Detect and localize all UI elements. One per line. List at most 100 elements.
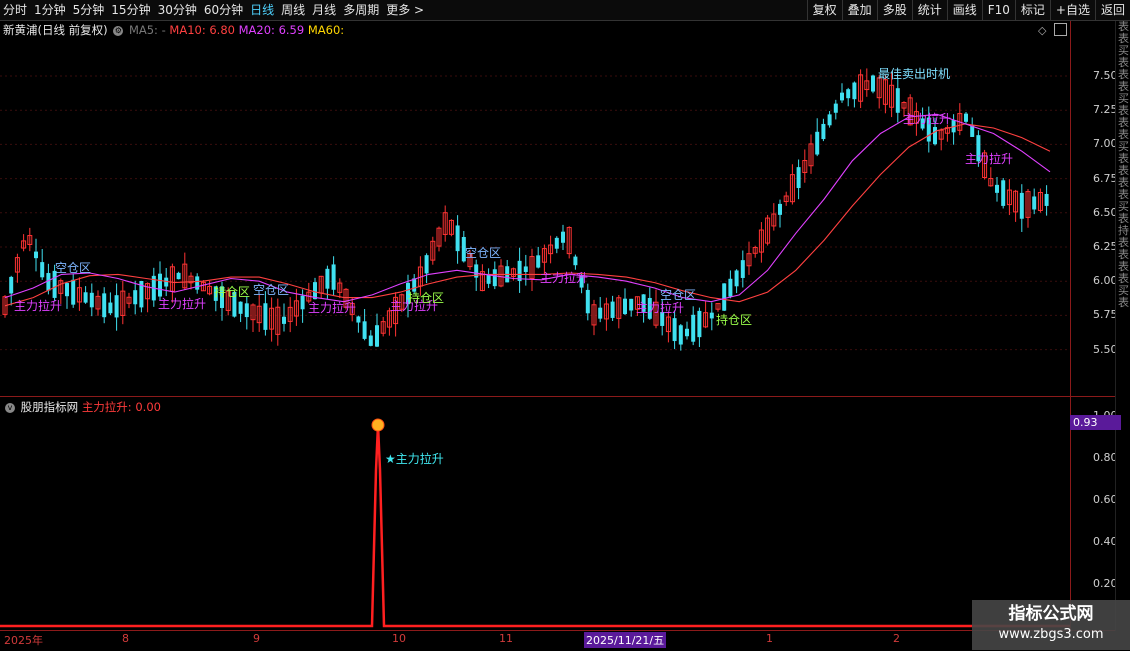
candle-down xyxy=(300,295,305,310)
candle-down xyxy=(133,290,138,305)
indicator-tick: 0.60 xyxy=(1093,493,1118,506)
price-tick: 6.00 xyxy=(1093,274,1118,288)
candle-down xyxy=(368,335,373,346)
price-axis: 7.507.257.006.756.506.256.005.755.501.00… xyxy=(1070,21,1118,631)
candle-down xyxy=(1001,180,1006,206)
candle-down xyxy=(375,325,379,347)
price-tick: 6.75 xyxy=(1093,171,1118,185)
candle-down xyxy=(846,89,851,99)
candle-down xyxy=(356,316,361,323)
candle-down xyxy=(523,266,528,272)
candle-down xyxy=(623,298,627,315)
candle-down xyxy=(598,307,603,319)
candle-down xyxy=(1044,193,1049,206)
date-label: 10 xyxy=(392,632,406,645)
price-tick: 7.25 xyxy=(1093,103,1118,117)
candle-down xyxy=(728,278,733,297)
candle-down xyxy=(325,268,330,289)
candle-down xyxy=(734,270,739,287)
candle-down xyxy=(114,295,119,318)
candle-down xyxy=(964,113,968,122)
candle-down xyxy=(71,279,76,305)
candle-down xyxy=(895,88,900,113)
candle-down xyxy=(821,123,826,140)
signal-annotation: 最佳卖出时机 xyxy=(878,67,950,81)
indicator-tick: 0.80 xyxy=(1093,451,1118,464)
candle-down xyxy=(412,278,417,292)
candle-down xyxy=(362,321,367,339)
candle-down xyxy=(933,127,937,145)
chevron-down-icon[interactable]: v xyxy=(5,402,15,413)
price-tick: 6.25 xyxy=(1093,240,1118,253)
candle-down xyxy=(1032,196,1037,210)
kline-chart[interactable]: 主力拉升 主力拉升 主力拉升 主力拉升主力拉升主力拉升主力拉升主力拉升空仓区空仓区空仓… xyxy=(0,0,1070,630)
candle-down xyxy=(263,303,268,330)
candle-down xyxy=(536,255,541,268)
watermark-url: www.zbgs3.com xyxy=(998,627,1104,642)
indicator-value-box: 0.93 xyxy=(1070,415,1121,430)
signal-label: ★主力拉升 xyxy=(385,451,444,466)
candle-down xyxy=(176,272,181,280)
candle-down xyxy=(629,298,634,311)
ma-magenta-line xyxy=(4,113,1051,303)
candle-down xyxy=(517,260,522,281)
candle-down xyxy=(424,255,429,274)
candle-down xyxy=(561,231,565,243)
candle-down xyxy=(815,131,820,155)
toolbar-button[interactable]: 返回 xyxy=(1094,0,1130,20)
candle-down xyxy=(34,251,38,259)
candle-down xyxy=(740,260,745,278)
candle-down xyxy=(852,82,857,100)
candle-down xyxy=(871,75,875,92)
candle-down xyxy=(678,325,683,345)
date-label: 2 xyxy=(893,632,900,645)
candle-down xyxy=(455,225,460,252)
candle-down xyxy=(778,203,782,215)
watermark: 指标公式网 www.zbgs3.com xyxy=(972,600,1130,650)
signal-annotation: 空仓区 xyxy=(465,246,501,260)
candle-down xyxy=(492,269,497,287)
cursor-date: 2025/11/21/五 xyxy=(584,632,667,648)
signal-annotation: 主力拉升 xyxy=(965,151,1013,166)
pane-divider[interactable] xyxy=(0,396,1115,397)
date-label: 1 xyxy=(766,632,773,645)
candle-down xyxy=(554,237,559,249)
signal-annotation: 持仓区 xyxy=(716,312,752,327)
candle-down xyxy=(1019,192,1024,219)
price-tick: 5.75 xyxy=(1093,308,1118,322)
candle-down xyxy=(685,328,689,337)
price-tick: 6.50 xyxy=(1093,205,1118,219)
candle-down xyxy=(313,282,317,300)
indicator-value-label: 主力拉升: 0.00 xyxy=(81,400,161,414)
signal-annotation: 主力拉升 xyxy=(636,300,684,315)
candle-down xyxy=(89,292,94,308)
date-label: 11 xyxy=(499,632,513,645)
candle-down xyxy=(158,273,162,297)
candle-down xyxy=(672,318,677,342)
candle-down xyxy=(840,92,844,101)
price-tick: 7.50 xyxy=(1093,69,1118,82)
signal-annotation: 持仓区 xyxy=(408,290,444,305)
candle-down xyxy=(244,303,249,318)
signal-annotation: 持仓区 xyxy=(214,284,250,299)
signal-annotation: 主力拉升 xyxy=(903,111,951,126)
candle-down xyxy=(40,262,45,278)
indicator-name[interactable]: 股朋指标网 xyxy=(21,400,79,414)
price-tick: 5.50 xyxy=(1093,342,1118,356)
candle-down xyxy=(195,276,200,290)
signal-annotation: 主力拉升 xyxy=(540,270,588,285)
candle-down xyxy=(282,316,286,324)
date-label: 9 xyxy=(253,632,260,645)
watermark-title: 指标公式网 xyxy=(1008,604,1094,624)
candle-down xyxy=(108,302,113,314)
signal-arrow-icon xyxy=(371,418,385,432)
candle-down xyxy=(827,114,832,126)
candle-down xyxy=(722,283,727,311)
candle-down xyxy=(65,283,69,297)
candle-down xyxy=(796,167,801,189)
signal-annotation: 主力拉升 xyxy=(158,296,206,311)
indicator-info: v 股朋指标网 主力拉升: 0.00 xyxy=(3,399,161,415)
candle-down xyxy=(331,264,336,290)
indicator-tick: 0.20 xyxy=(1093,577,1118,590)
signal-annotation: 主力拉升 xyxy=(14,298,62,313)
